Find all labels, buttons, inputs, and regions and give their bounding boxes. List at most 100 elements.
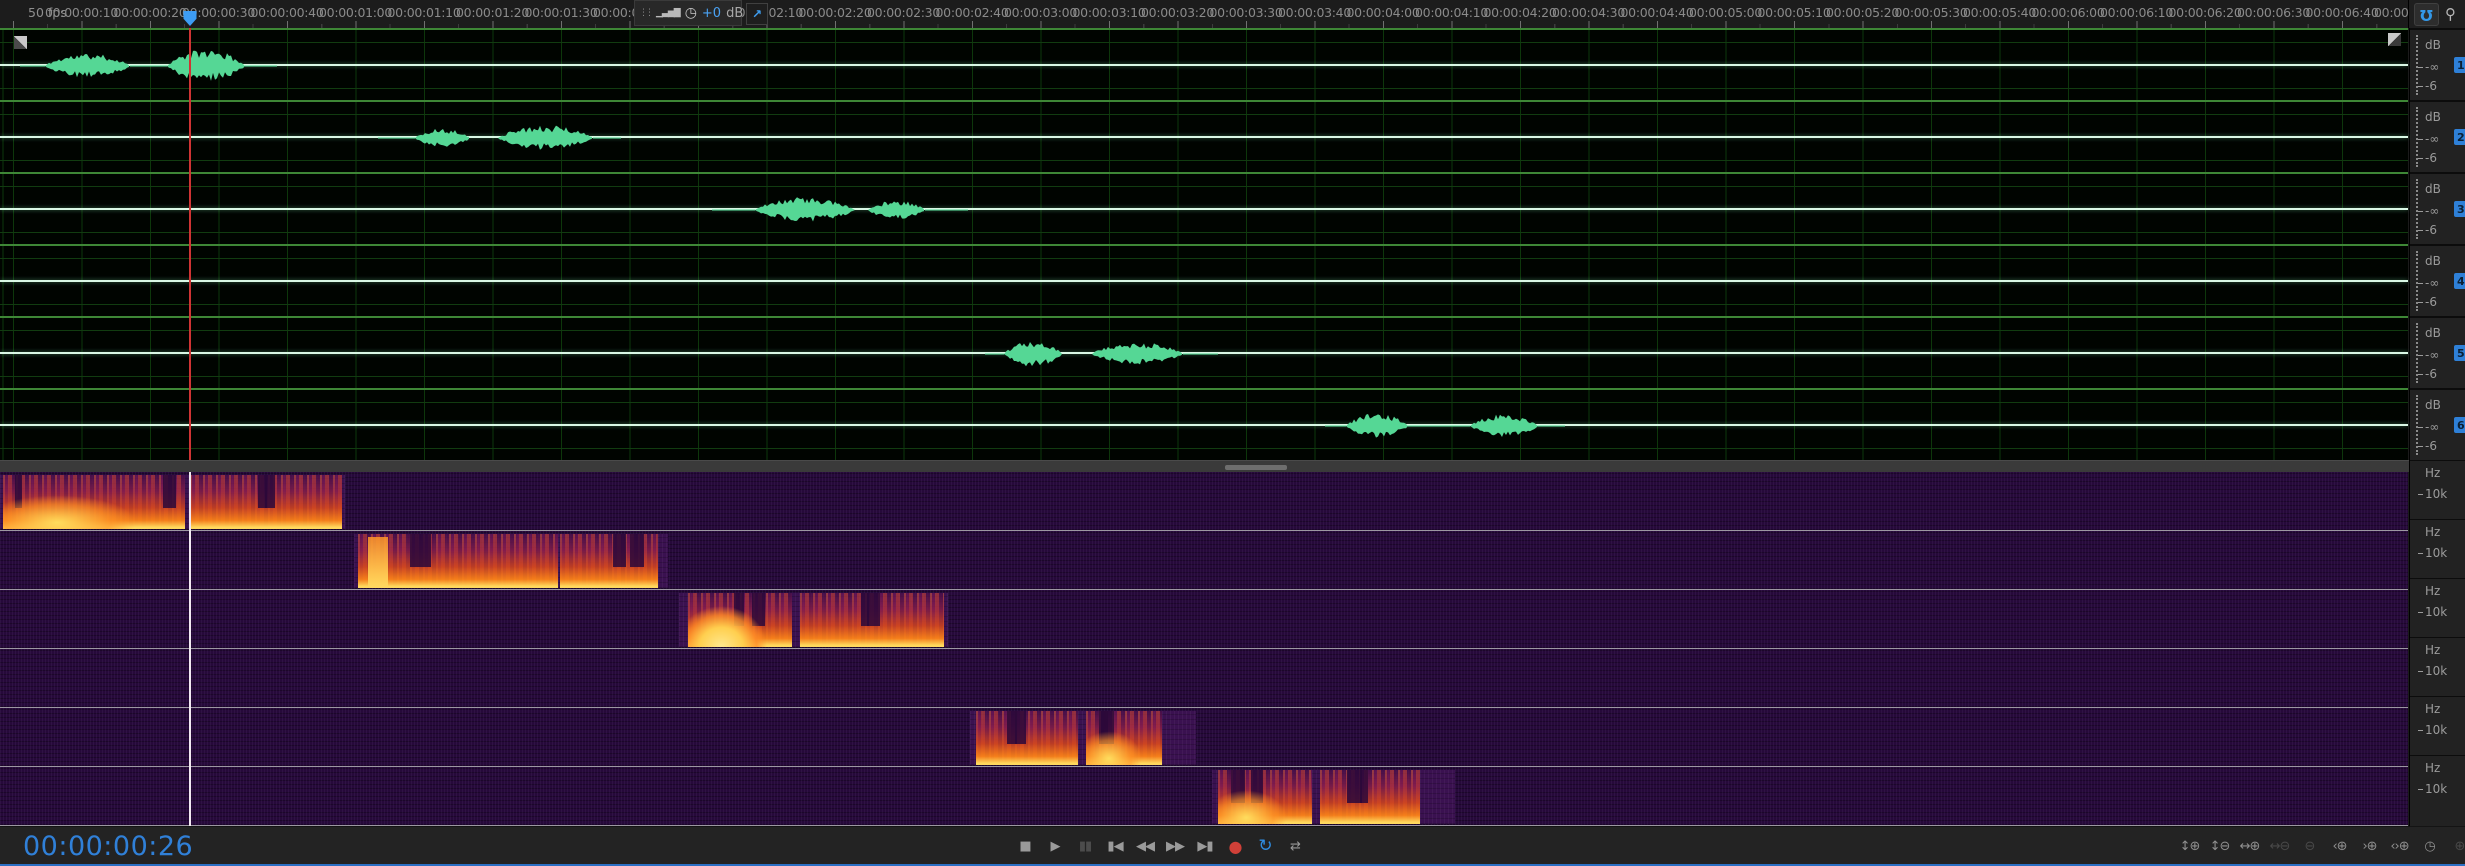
spectral-notch: [410, 534, 422, 567]
frequency-scale-row: Hz10k: [2410, 519, 2465, 578]
marker-pin-icon[interactable]: ⚲: [2445, 5, 2456, 23]
splitter-handle[interactable]: [1225, 465, 1287, 470]
waveform-burst: [868, 202, 924, 219]
hz-unit-label: Hz: [2425, 525, 2440, 539]
spectrogram-track-row[interactable]: [0, 590, 2408, 649]
loop-playback-button[interactable]: ↻: [1253, 833, 1277, 859]
db-minus6-label: -6: [2425, 439, 2437, 453]
db-neg-infinity-label: -∞: [2425, 348, 2439, 362]
zoom-in-at-in-point-button[interactable]: ‹⊕: [2328, 833, 2351, 859]
waveform-noise-floor: [130, 65, 167, 66]
wave-track-row[interactable]: [0, 28, 2408, 100]
status-bar: 00:00:00:26 ■▶▮▮▮◀◀◀▶▶▶▮●↻⇄ ↕⊕ ↕⊖ ↔⊕ ↔⊖ ⊖ ‹⊕ ›…: [0, 826, 2465, 866]
waveform[interactable]: [0, 102, 2408, 174]
zoom-to-playhead-button[interactable]: ◷: [2418, 833, 2441, 859]
track-number-badge[interactable]: 6: [2454, 417, 2465, 433]
waveform[interactable]: [0, 246, 2408, 318]
db-minus6-label: -6: [2425, 295, 2437, 309]
panel-corner-icon[interactable]: [2388, 33, 2401, 46]
spectral-energy-blob: [190, 475, 342, 529]
spectrogram-track-row[interactable]: [0, 708, 2408, 767]
spectral-hotspot: [368, 537, 388, 588]
zoom-out-time-button[interactable]: ↔⊖: [2268, 833, 2291, 859]
waveform-burst: [755, 197, 855, 221]
db-neg-infinity-label: -∞: [2425, 60, 2439, 74]
zoom-out-full-button[interactable]: ⊖: [2298, 833, 2321, 859]
waveform[interactable]: [0, 318, 2408, 390]
spectral-notch: [258, 475, 267, 508]
fast-forward-button[interactable]: ▶▶: [1163, 833, 1187, 859]
db-unit-label: dB: [2425, 38, 2441, 52]
wave-track-row[interactable]: [0, 388, 2408, 460]
freq-10k-label: 10k: [2425, 487, 2447, 501]
current-timecode-display[interactable]: 00:00:00:26: [23, 831, 193, 862]
record-button[interactable]: ●: [1223, 833, 1247, 859]
spectrogram-track-row[interactable]: [0, 472, 2408, 531]
zoom-extra-button[interactable]: ⊕: [2448, 833, 2465, 859]
frequency-scale-row: Hz10k: [2410, 696, 2465, 755]
zoom-to-selection-button[interactable]: ‹›⊕: [2388, 833, 2411, 859]
go-to-end-button[interactable]: ▶▮: [1193, 833, 1217, 859]
wave-track-row[interactable]: [0, 100, 2408, 172]
gain-knob-icon[interactable]: ◷: [685, 6, 697, 20]
track-number-badge[interactable]: 4: [2454, 273, 2465, 289]
ruler-timecode-label: 00:00:00:40: [251, 5, 324, 20]
waveform-burst: [1470, 415, 1538, 437]
ruler-timecode-label: 00:00:05:40: [1963, 5, 2036, 20]
play-button[interactable]: ▶: [1043, 833, 1067, 859]
move-cursor-button[interactable]: ↗: [746, 3, 768, 25]
audio-clip-region[interactable]: [0, 475, 345, 529]
magnet-icon: Ω: [2420, 7, 2433, 22]
spectrogram-track-area[interactable]: [0, 472, 2408, 826]
stop-button[interactable]: ■: [1013, 833, 1037, 859]
gain-hud[interactable]: ⋮⋮ ▁▃▅▇ ◷ +0 dB: [634, 0, 742, 26]
zoom-out-amplitude-button[interactable]: ↕⊖: [2208, 833, 2231, 859]
wave-track-row[interactable]: [0, 244, 2408, 316]
skip-selection-button[interactable]: ⇄: [1283, 833, 1307, 859]
track-number-badge[interactable]: 1: [2454, 57, 2465, 73]
spectrogram-track-row[interactable]: [0, 767, 2408, 826]
ruler-timecode-label: 00:00:02:20: [799, 5, 872, 20]
go-to-start-button[interactable]: ▮◀: [1103, 833, 1127, 859]
waveform-noise-floor: [20, 65, 45, 66]
spectrogram-track-row[interactable]: [0, 531, 2408, 590]
audio-clip-region[interactable]: [679, 593, 948, 647]
wave-track-row[interactable]: [0, 316, 2408, 388]
waveform[interactable]: [0, 390, 2408, 462]
waveform-track-area[interactable]: [0, 28, 2408, 460]
waveform[interactable]: [0, 174, 2408, 246]
ruler-timecode-label: 00:00:06:00: [2032, 5, 2105, 20]
drag-grip-icon[interactable]: ⋮⋮: [639, 9, 651, 17]
playhead-line-spectrogram[interactable]: [189, 472, 191, 826]
snap-toggle-button[interactable]: Ω: [2414, 3, 2439, 26]
db-minus6-label: -6: [2425, 151, 2437, 165]
clip-corner-icon[interactable]: [14, 36, 27, 49]
rewind-button[interactable]: ◀◀: [1133, 833, 1157, 859]
ruler-timecode-label: 00:00:03:30: [1210, 5, 1283, 20]
track-number-badge[interactable]: 2: [2454, 129, 2465, 145]
wave-track-row[interactable]: [0, 172, 2408, 244]
track-number-badge[interactable]: 5: [2454, 345, 2465, 361]
gain-value[interactable]: +0: [702, 6, 721, 21]
hz-unit-label: Hz: [2425, 643, 2440, 657]
audio-clip-region[interactable]: [354, 534, 668, 588]
waveform-noise-floor: [1325, 425, 1346, 426]
audio-clip-region[interactable]: [1212, 770, 1455, 824]
ruler-timecode-label: 00:00:05:20: [1826, 5, 1899, 20]
spectral-notch: [422, 534, 431, 567]
audio-clip-region[interactable]: [970, 711, 1196, 765]
timeline-ruler[interactable]: 50 fps 00:00:00:1000:00:00:2000:00:00:30…: [0, 0, 2409, 28]
spectral-energy-blob: [3, 475, 185, 529]
zoom-in-time-button[interactable]: ↔⊕: [2238, 833, 2261, 859]
db-minus6-label: -6: [2425, 367, 2437, 381]
track-number-badge[interactable]: 3: [2454, 201, 2465, 217]
spectrogram-track-row[interactable]: [0, 649, 2408, 708]
zoom-in-amplitude-button[interactable]: ↕⊕: [2178, 833, 2201, 859]
spectral-notch: [1347, 770, 1362, 803]
ruler-timecode-label: 00:00:04:30: [1552, 5, 1625, 20]
scale-tick: [2418, 612, 2423, 613]
zoom-in-at-out-point-button[interactable]: ›⊕: [2358, 833, 2381, 859]
playhead-line-waveform[interactable]: [189, 28, 191, 460]
waveform[interactable]: [0, 30, 2408, 102]
pause-button[interactable]: ▮▮: [1073, 833, 1097, 859]
